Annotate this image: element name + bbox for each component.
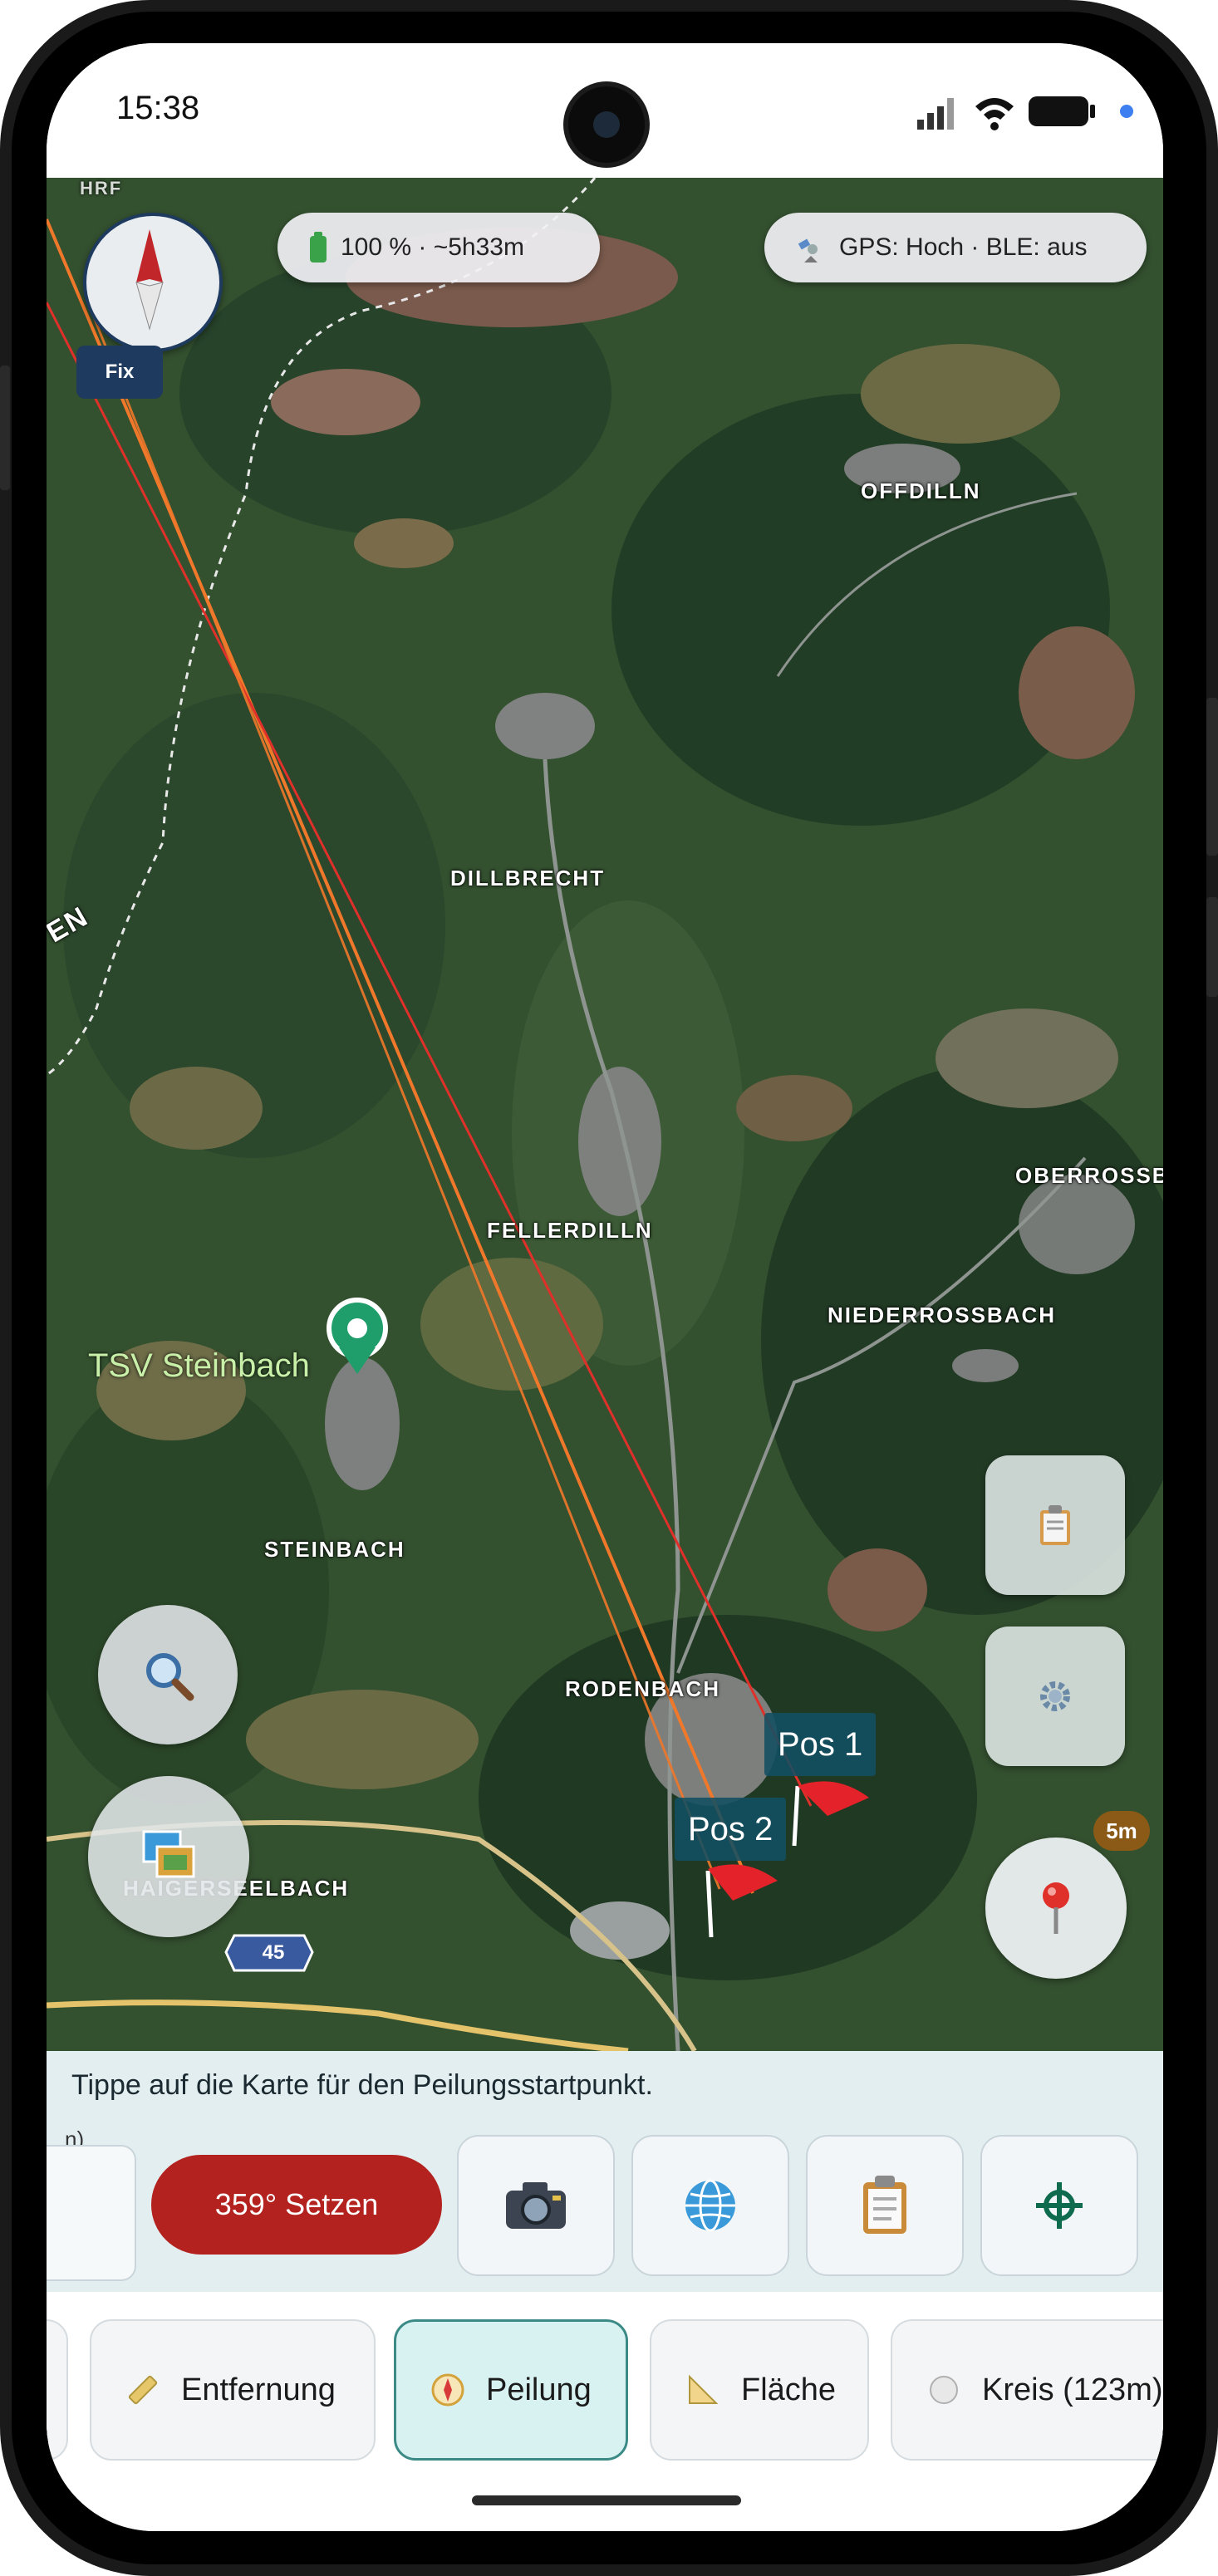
tab-flaeche-label: Fläche: [741, 2372, 837, 2407]
wifi-icon: [975, 98, 1014, 130]
tab-kreis[interactable]: Kreis (123m): [891, 2319, 1163, 2461]
search-button[interactable]: [98, 1605, 238, 1744]
gear-icon: [1040, 1681, 1070, 1711]
crosshair-icon: [1036, 2182, 1083, 2229]
clipboard-icon: [1040, 1505, 1070, 1545]
search-icon: [146, 1653, 194, 1701]
battery-status-icon: [310, 232, 327, 263]
poi-label[interactable]: TSV Steinbach: [88, 1347, 310, 1385]
tab-peilung[interactable]: Peilung: [394, 2319, 628, 2461]
compass-needle-icon: [135, 229, 164, 331]
battery-pill: 100 % · ~5h33m: [277, 213, 600, 282]
gps-pill: GPS: Hoch · BLE: aus: [764, 213, 1147, 282]
marker-label-pos1[interactable]: Pos 1: [764, 1713, 877, 1776]
clipboard-icon: [863, 2176, 906, 2234]
gps-pill-text: GPS: Hoch · BLE: aus: [839, 233, 1088, 261]
clipboard-button[interactable]: [806, 2135, 964, 2276]
place-label-niederrossbach: NIEDERROSSBACH: [828, 1303, 1057, 1327]
place-label-rodenbach: RODENBACH: [565, 1676, 720, 1701]
tab-flaeche[interactable]: Fläche: [650, 2319, 869, 2461]
triangle-ruler-icon: [689, 2374, 719, 2404]
status-time: 15:38: [116, 90, 200, 126]
marker-label-pos2[interactable]: Pos 2: [675, 1798, 787, 1861]
satellite-icon: [798, 238, 818, 263]
tab-kreis-label: Kreis (123m): [982, 2372, 1163, 2407]
globe-button[interactable]: [631, 2135, 789, 2276]
clipboard-overlay-button[interactable]: [985, 1455, 1125, 1595]
cellular-signal-icon: [917, 98, 954, 130]
home-indicator[interactable]: [472, 2495, 741, 2505]
tab-peilung-label: Peilung: [486, 2372, 592, 2407]
compass-icon: [431, 2373, 464, 2407]
place-label-steinbach: STEINBACH: [264, 1537, 405, 1562]
front-camera: [568, 86, 645, 163]
volume-button: [1206, 698, 1218, 856]
place-label-corner: HRF: [80, 178, 123, 199]
accuracy-badge: 5m: [1093, 1811, 1150, 1851]
compass-button[interactable]: [83, 213, 223, 352]
location-pin-icon: [1043, 1882, 1069, 1934]
battery-icon: [1029, 96, 1095, 126]
camera-button[interactable]: [457, 2135, 615, 2276]
power-button: [1206, 897, 1218, 997]
place-label-fellerdilln: FELLERDILLN: [487, 1218, 653, 1243]
globe-icon: [685, 2179, 735, 2232]
status-bar: 15:38: [47, 43, 1163, 178]
crosshair-button[interactable]: [980, 2135, 1138, 2276]
place-label-oberrossbach: OBERROSSB: [1015, 1163, 1163, 1188]
map-layers-icon: [142, 1830, 195, 1878]
tab-entfernung[interactable]: Entfernung: [90, 2319, 376, 2461]
road-number: 45: [262, 1941, 285, 1964]
ruler-icon: [128, 2375, 158, 2405]
set-bearing-button[interactable]: 359° Setzen: [151, 2155, 442, 2255]
map-view[interactable]: OFFDILLN DILLBRECHT FELLERDILLN OBERROSS…: [47, 178, 1163, 2051]
camera-icon: [506, 2182, 566, 2229]
battery-pill-text: 100 % · ~5h33m: [341, 233, 524, 261]
side-button-left: [0, 366, 10, 490]
map-layers-button[interactable]: [88, 1776, 249, 1937]
place-label-dillbrecht: DILLBRECHT: [450, 866, 606, 891]
satellite-imagery: [47, 178, 1163, 2051]
notification-dot-icon: [1120, 105, 1133, 118]
value-input-stub[interactable]: [47, 2145, 136, 2281]
place-label-offdilln: OFFDILLN: [861, 478, 981, 503]
my-location-button[interactable]: [985, 1838, 1127, 1979]
tab-entfernung-label: Entfernung: [181, 2372, 336, 2407]
panel-hint: Tippe auf die Karte für den Peilungsstar…: [71, 2069, 653, 2101]
tab-partial-left[interactable]: [47, 2319, 68, 2461]
screen: 15:38 OFFDILLN DILLBRECHT FELLERDILLN OB…: [47, 43, 1163, 2531]
settings-button[interactable]: [985, 1627, 1125, 1766]
circle-icon: [930, 2376, 958, 2404]
fix-badge: Fix: [76, 346, 163, 399]
